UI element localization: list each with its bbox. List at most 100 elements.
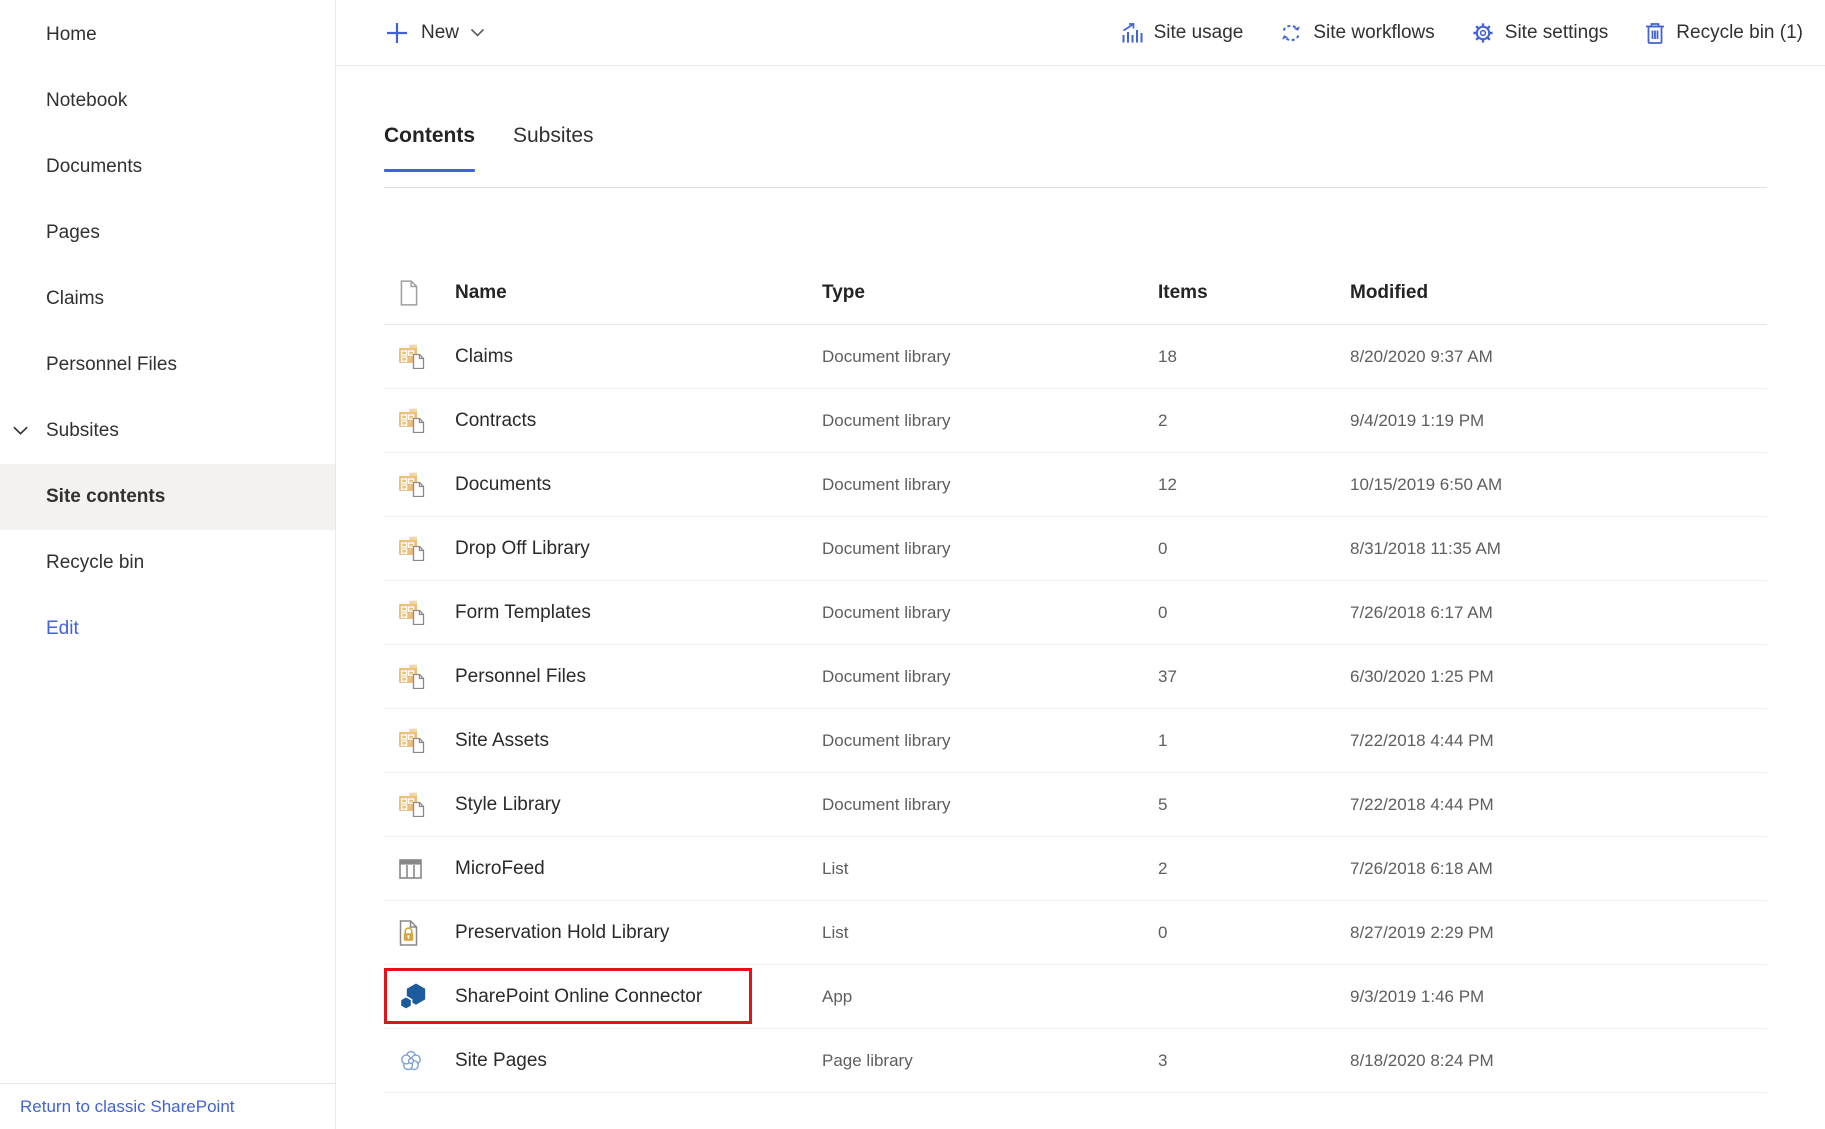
row-modified: 10/15/2019 6:50 AM (1350, 475, 1767, 495)
table-body: Claims Document library 18 8/20/2020 9:3… (384, 325, 1767, 1093)
table-row[interactable]: Contracts Document library 2 9/4/2019 1:… (384, 389, 1767, 453)
return-to-classic-link[interactable]: Return to classic SharePoint (20, 1097, 235, 1117)
sidebar-item-label: Documents (46, 156, 142, 178)
row-modified: 7/26/2018 6:18 AM (1350, 859, 1767, 879)
sidebar: Home Notebook Documents Pages Claims Per… (0, 0, 336, 1129)
column-header-type[interactable]: Type (822, 282, 1158, 304)
contents-table: Name Type Items Modified Claims Document… (384, 261, 1767, 1093)
sidebar-item-label: Home (46, 24, 97, 46)
row-modified: 8/18/2020 8:24 PM (1350, 1051, 1767, 1071)
row-modified: 8/31/2018 11:35 AM (1350, 539, 1767, 559)
table-row[interactable]: Documents Document library 12 10/15/2019… (384, 453, 1767, 517)
sidebar-item-pages[interactable]: Pages (0, 200, 335, 266)
row-items: 0 (1158, 539, 1350, 559)
row-name: Site Pages (455, 1050, 822, 1072)
row-modified: 6/30/2020 1:25 PM (1350, 667, 1767, 687)
site-pages-icon (398, 1048, 424, 1074)
table-row[interactable]: Drop Off Library Document library 0 8/31… (384, 517, 1767, 581)
sidebar-item-notebook[interactable]: Notebook (0, 68, 335, 134)
table-row[interactable]: Form Templates Document library 0 7/26/2… (384, 581, 1767, 645)
site-settings-button[interactable]: Site settings (1471, 21, 1609, 45)
new-button[interactable]: New (384, 20, 485, 46)
row-type: Page library (822, 1051, 1158, 1071)
row-items: 3 (1158, 1051, 1350, 1071)
sidebar-item-label: Edit (46, 618, 79, 640)
site-workflows-button[interactable]: Site workflows (1279, 21, 1434, 45)
site-usage-button[interactable]: Site usage (1120, 21, 1244, 45)
sidebar-item-label: Recycle bin (46, 552, 144, 574)
plus-icon (384, 20, 410, 46)
row-type: Document library (822, 347, 1158, 367)
sidebar-item-subsites[interactable]: Subsites (0, 398, 335, 464)
row-type: Document library (822, 667, 1158, 687)
document-library-icon (398, 664, 426, 689)
table-row[interactable]: Site Assets Document library 1 7/22/2018… (384, 709, 1767, 773)
chart-icon (1120, 21, 1144, 45)
site-usage-label: Site usage (1154, 22, 1244, 44)
row-name: MicroFeed (455, 858, 822, 880)
site-workflows-label: Site workflows (1313, 22, 1434, 44)
row-type: Document library (822, 411, 1158, 431)
row-items: 2 (1158, 411, 1350, 431)
row-items: 12 (1158, 475, 1350, 495)
list-icon (398, 857, 423, 881)
file-type-column-icon[interactable] (398, 280, 420, 306)
gear-icon (1471, 21, 1495, 45)
table-row[interactable]: Site Pages Page library 3 8/18/2020 8:24… (384, 1029, 1767, 1093)
row-modified: 7/26/2018 6:17 AM (1350, 603, 1767, 623)
table-row[interactable]: Style Library Document library 5 7/22/20… (384, 773, 1767, 837)
table-row-highlighted[interactable]: SharePoint Online Connector App 9/3/2019… (384, 965, 1767, 1029)
row-name: Personnel Files (455, 666, 822, 688)
row-name: Claims (455, 346, 822, 368)
row-modified: 7/22/2018 4:44 PM (1350, 731, 1767, 751)
row-modified: 8/27/2019 2:29 PM (1350, 923, 1767, 943)
table-row[interactable]: Preservation Hold Library List 0 8/27/20… (384, 901, 1767, 965)
tab-contents[interactable]: Contents (384, 122, 475, 187)
command-bar-actions: Site usage Site workflows Site settings (1120, 21, 1803, 45)
table-row[interactable]: MicroFeed List 2 7/26/2018 6:18 AM (384, 837, 1767, 901)
tab-subsites[interactable]: Subsites (513, 122, 594, 187)
recycle-bin-label: Recycle bin (1) (1676, 22, 1803, 44)
sidebar-item-edit[interactable]: Edit (0, 596, 335, 662)
sidebar-item-label: Personnel Files (46, 354, 177, 376)
site-contents-page: Home Notebook Documents Pages Claims Per… (0, 0, 1825, 1129)
row-type: Document library (822, 731, 1158, 751)
row-type: Document library (822, 603, 1158, 623)
sidebar-footer: Return to classic SharePoint (0, 1083, 335, 1129)
sharepoint-app-icon (398, 983, 428, 1010)
sync-icon (1279, 21, 1303, 45)
sidebar-item-site-contents[interactable]: Site contents (0, 464, 335, 530)
document-library-icon (398, 600, 426, 625)
document-library-icon (398, 536, 426, 561)
recycle-bin-button[interactable]: Recycle bin (1) (1644, 21, 1803, 45)
site-settings-label: Site settings (1505, 22, 1609, 44)
row-modified: 7/22/2018 4:44 PM (1350, 795, 1767, 815)
sidebar-item-label: Pages (46, 222, 100, 244)
document-library-icon (398, 344, 426, 369)
sidebar-item-claims[interactable]: Claims (0, 266, 335, 332)
row-name: Documents (455, 474, 822, 496)
document-library-icon (398, 792, 426, 817)
table-row[interactable]: Claims Document library 18 8/20/2020 9:3… (384, 325, 1767, 389)
sidebar-item-documents[interactable]: Documents (0, 134, 335, 200)
row-items: 0 (1158, 923, 1350, 943)
sidebar-item-home[interactable]: Home (0, 2, 335, 68)
document-library-icon (398, 408, 426, 433)
row-name: Form Templates (455, 602, 822, 624)
row-name: Preservation Hold Library (455, 922, 822, 944)
sidebar-item-label: Site contents (46, 486, 165, 508)
chevron-down-icon (470, 28, 485, 38)
row-type: Document library (822, 539, 1158, 559)
column-header-modified[interactable]: Modified (1350, 282, 1767, 304)
row-items: 18 (1158, 347, 1350, 367)
column-header-name[interactable]: Name (455, 282, 822, 304)
table-row[interactable]: Personnel Files Document library 37 6/30… (384, 645, 1767, 709)
row-modified: 9/3/2019 1:46 PM (1350, 987, 1767, 1007)
row-type: Document library (822, 795, 1158, 815)
sidebar-item-personnel-files[interactable]: Personnel Files (0, 332, 335, 398)
row-name: Drop Off Library (455, 538, 822, 560)
column-header-items[interactable]: Items (1158, 282, 1350, 304)
row-items: 0 (1158, 603, 1350, 623)
chevron-down-icon[interactable] (12, 426, 29, 437)
sidebar-item-recycle-bin[interactable]: Recycle bin (0, 530, 335, 596)
